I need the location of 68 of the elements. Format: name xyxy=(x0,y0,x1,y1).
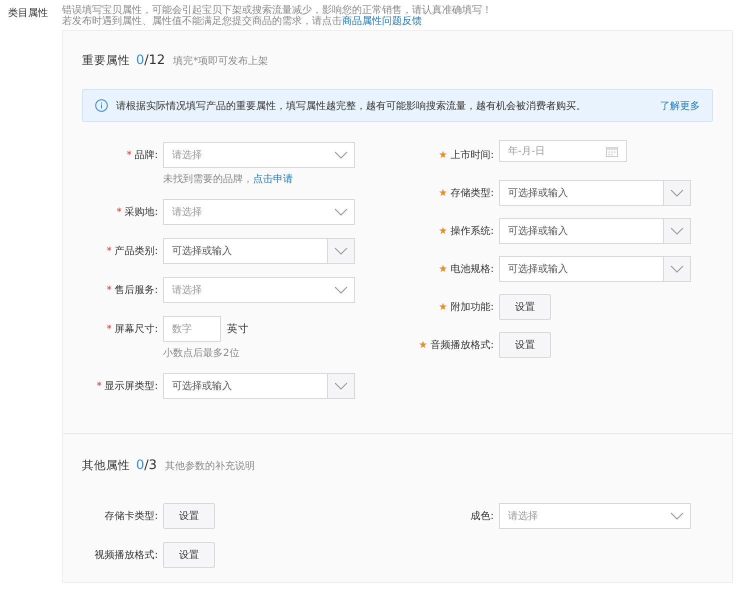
dropdown-button[interactable] xyxy=(327,239,354,263)
required-mark: ★ xyxy=(438,226,448,236)
field-label: 附加功能: xyxy=(450,300,494,314)
chevron-icon xyxy=(334,208,348,216)
chevron-icon xyxy=(334,286,348,294)
info-icon xyxy=(95,99,108,112)
notice-text: 错误填写宝贝属性，可能会引起宝贝下架或搜索流量减少，影响您的正常销售，请认真准确填写！ xyxy=(62,5,492,16)
required-mark: ★ xyxy=(438,150,448,160)
field-label: 音频播放格式: xyxy=(430,338,494,352)
settings-button[interactable]: 设置 xyxy=(163,503,215,529)
category-label: 类目属性 xyxy=(8,6,49,21)
section-hint: 填完*项即可发布上架 xyxy=(173,54,268,68)
unit-label: 英寸 xyxy=(227,322,249,336)
feedback-link[interactable]: 商品属性问题反馈 xyxy=(342,16,422,27)
field-label: 产品类别: xyxy=(114,244,158,258)
section-hint: 其他参数的补充说明 xyxy=(164,460,255,473)
combo-field[interactable]: 可选择或输入 xyxy=(498,256,691,282)
info-text: 请根据实际情况填写产品的重要属性，填写属性越完整，越有可能影响搜索流量，越有机会被消费者购买。 xyxy=(116,100,587,112)
dropdown-button[interactable] xyxy=(327,374,354,398)
required-mark: ★ xyxy=(438,264,448,274)
chevron-icon xyxy=(670,265,684,273)
chevron-icon xyxy=(334,151,348,159)
field-label: 电池规格: xyxy=(450,262,494,276)
field-label: 上市时间: xyxy=(450,148,494,162)
combo-field[interactable]: 可选择或输入 xyxy=(163,238,355,264)
required-mark: * xyxy=(106,324,112,334)
field-label: 视频播放格式: xyxy=(94,548,158,562)
dropdown-button[interactable] xyxy=(662,257,690,281)
required-mark: ★ xyxy=(438,188,448,198)
required-mark: ★ xyxy=(418,340,428,350)
combo-field[interactable]: 可选择或输入 xyxy=(498,218,691,244)
chevron-icon xyxy=(334,382,348,390)
required-mark: * xyxy=(126,150,132,160)
settings-button[interactable]: 设置 xyxy=(498,294,551,320)
dropdown-button[interactable] xyxy=(662,219,690,243)
required-mark: ★ xyxy=(438,302,448,312)
calendar-icon xyxy=(606,146,618,156)
chevron-icon xyxy=(334,247,348,255)
section-count: 0/3 xyxy=(136,458,157,473)
field-label: 成色: xyxy=(470,510,494,523)
chevron-icon xyxy=(670,227,684,235)
required-mark: * xyxy=(96,380,102,392)
combo-field[interactable]: 可选择或输入 xyxy=(498,180,691,206)
settings-button[interactable]: 设置 xyxy=(163,542,215,568)
help-text: 小数点后最多2位 xyxy=(163,346,240,360)
settings-button[interactable]: 设置 xyxy=(498,332,551,358)
section-title: 其他属性 xyxy=(82,458,130,473)
apply-link[interactable]: 点击申请 xyxy=(253,174,293,185)
field-label: 存储卡类型: xyxy=(104,510,158,523)
field-label: 售后服务: xyxy=(114,284,158,297)
notice-text: 若发布时遇到属性、属性值不能满足您提交商品的需求，请点击商品属性问题反馈 xyxy=(62,16,423,27)
required-mark: * xyxy=(106,246,112,256)
section-count: 0/12 xyxy=(136,53,166,68)
field-label: 品牌: xyxy=(134,149,158,162)
field-label: 存储类型: xyxy=(450,186,494,200)
field-label: 采购地: xyxy=(124,206,158,219)
combo-field[interactable]: 可选择或输入 xyxy=(163,373,355,399)
dropdown-button[interactable] xyxy=(662,181,690,205)
field-label: 操作系统: xyxy=(450,224,494,238)
learn-more-link[interactable]: 了解更多 xyxy=(660,98,700,112)
field-label: 屏幕尺寸: xyxy=(114,322,158,336)
help-text: 未找到需要的品牌，点击申请 xyxy=(163,172,294,186)
chevron-icon xyxy=(670,512,684,520)
field-label: 显示屏类型: xyxy=(104,380,158,393)
required-mark: * xyxy=(106,284,112,296)
required-mark: * xyxy=(116,206,122,218)
section-title: 重要属性 xyxy=(82,53,130,68)
chevron-icon xyxy=(670,189,684,197)
